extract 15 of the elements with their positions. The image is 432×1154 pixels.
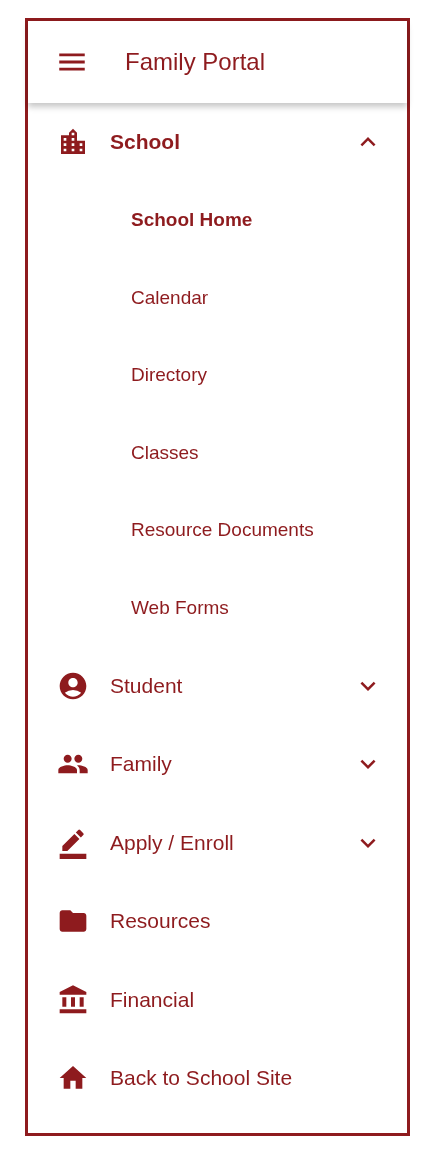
submenu-item[interactable]: Resource Documents: [28, 491, 407, 569]
bank-icon: [57, 983, 89, 1016]
nav-item[interactable]: Back to School Site: [28, 1039, 407, 1118]
submenu-item[interactable]: School Home: [28, 181, 407, 259]
submenu-item[interactable]: Calendar: [28, 259, 407, 337]
nav-item[interactable]: Family: [28, 725, 407, 804]
submenu-item[interactable]: Classes: [28, 414, 407, 492]
nav-item[interactable]: Apply / Enroll: [28, 803, 407, 882]
nav-item[interactable]: Resources: [28, 882, 407, 961]
app-title: Family Portal: [125, 48, 266, 76]
nav-item[interactable]: Student: [28, 646, 407, 725]
nav-item[interactable]: School: [28, 103, 407, 182]
nav-item[interactable]: Financial: [28, 960, 407, 1039]
submenu-item[interactable]: Directory: [28, 336, 407, 414]
submenu-item[interactable]: Web Forms: [28, 569, 407, 647]
